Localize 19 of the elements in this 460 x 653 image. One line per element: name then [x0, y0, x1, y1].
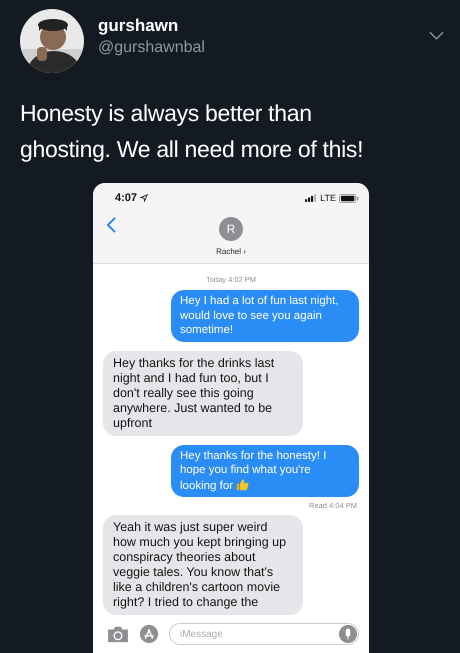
user-name: gurshawn — [98, 16, 180, 36]
contact-name[interactable]: Rachel › — [216, 247, 246, 256]
message-bubble: Yeah it was just super weird how much you kept bringing up conspiracy theories about veggie tales. You know that's like a children's cartoon movie right? I tried to change the — [103, 515, 303, 615]
microphone-icon[interactable] — [339, 625, 357, 643]
signal-icon — [305, 194, 318, 202]
tweet-text: Honesty is always better than ghosting. We all need more of this! — [19, 99, 364, 164]
message-bubble: Hey thanks for the drinks last night and I had fun too, but I don't really see this going anywhere. Just wanted to be upfront — [103, 350, 303, 436]
network-type: LTE — [320, 193, 336, 203]
battery-icon — [339, 194, 359, 202]
message-bubble: Hey thanks for the honesty! I hope you find what you're looking for — [171, 444, 359, 497]
location-icon — [140, 194, 148, 202]
chevron-down-icon[interactable] — [429, 31, 444, 41]
message-input[interactable]: iMessage — [169, 623, 359, 645]
status-time: 4:07 — [115, 192, 138, 204]
user-handle: @gurshawnbal — [98, 38, 206, 56]
message-bubble: Hey I had a lot of fun last night, would love to see you again sometime! — [171, 290, 359, 342]
app-store-icon[interactable] — [139, 624, 159, 644]
camera-icon[interactable] — [107, 625, 129, 643]
back-icon[interactable] — [107, 217, 116, 233]
